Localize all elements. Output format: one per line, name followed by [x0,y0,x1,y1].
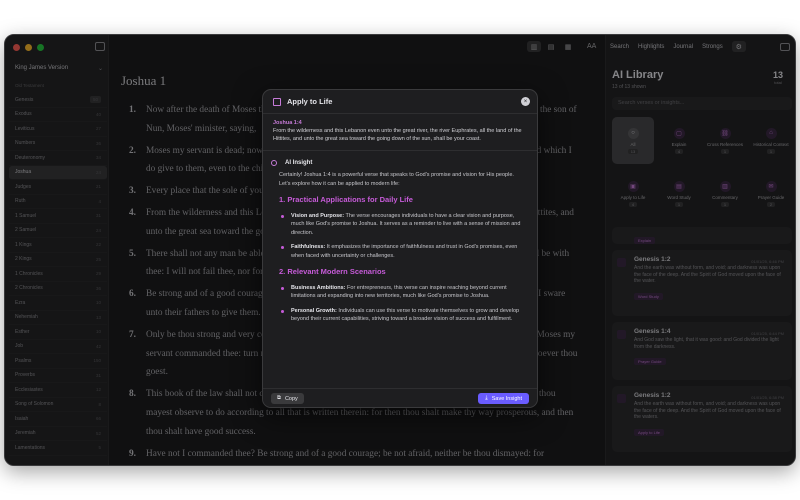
save-icon: ⤓ [485,395,488,401]
insight-intro: Certainly! Joshua 1:4 is a powerful vers… [279,172,514,187]
section-item: Personal Growth: Individuals can use thi… [279,307,521,324]
sparkle-icon [271,160,277,166]
dialog-footer: ⧉ Copy ⤓ Save Insight [263,388,537,407]
section-list: Business Ambitions: For entrepreneurs, t… [279,284,521,324]
copy-label: Copy [284,395,298,402]
insight-header: AI Insight [263,151,537,169]
close-icon[interactable]: × [521,97,530,106]
item-title: Faithfulness: [291,244,326,250]
save-insight-button[interactable]: ⤓ Save Insight [478,393,529,404]
copy-icon: ⧉ [277,395,281,401]
section-list: Vision and Purpose: The verse encourages… [279,212,521,261]
section-item: Faithfulness: It emphasizes the importan… [279,243,521,260]
book-icon [273,97,281,106]
apply-to-life-dialog: Apply to Life × Joshua 1:4 From the wild… [262,89,538,408]
copy-button[interactable]: ⧉ Copy [271,393,304,404]
item-title: Business Ambitions: [291,284,346,291]
insight-body: Certainly! Joshua 1:4 is a powerful vers… [263,169,537,324]
section-heading: 1. Practical Applications for Daily Life [279,195,413,204]
section-heading: 2. Relevant Modern Scenarios [279,267,386,276]
item-text: It emphasizes the importance of faithful… [291,244,518,259]
verse-reference: Joshua 1:4 [273,120,302,126]
save-label: Save Insight [491,395,522,402]
dialog-title: Apply to Life [287,97,333,106]
verse-text: From the wilderness and this Lebanon eve… [263,126,537,151]
insight-label: AI Insight [285,160,313,166]
item-title: Personal Growth: [291,307,337,314]
section-item: Vision and Purpose: The verse encourages… [279,212,521,238]
dialog-header: Apply to Life × [263,90,537,114]
item-title: Vision and Purpose: [291,212,345,219]
section-item: Business Ambitions: For entrepreneurs, t… [279,284,521,301]
